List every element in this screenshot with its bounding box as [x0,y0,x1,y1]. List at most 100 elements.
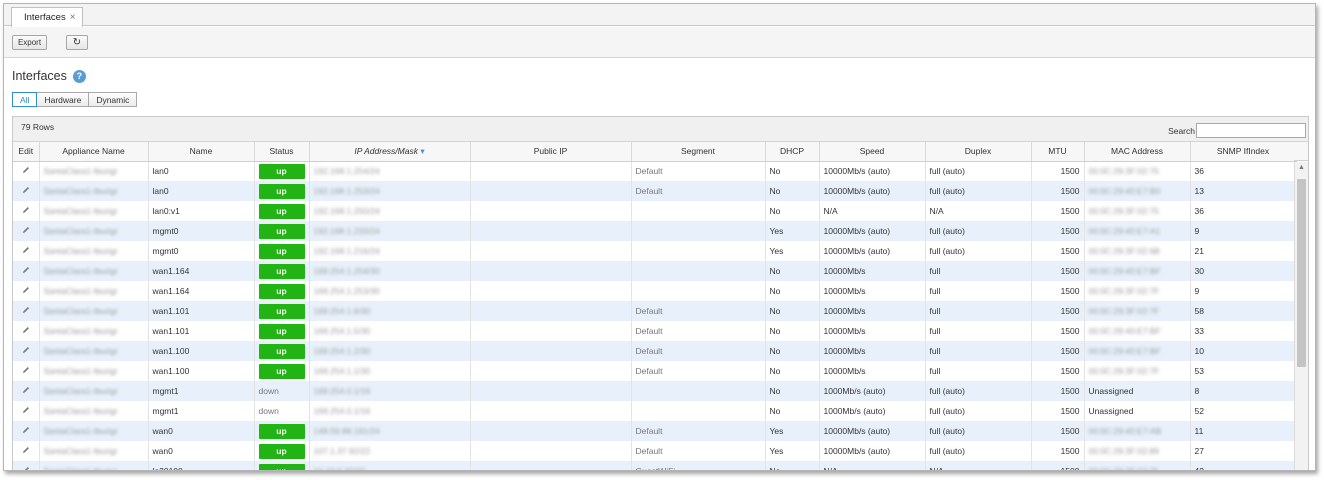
col-snmp-ifindex[interactable]: SNMP IfIndex [1190,142,1297,162]
edit-pencil-icon[interactable] [13,261,40,281]
table-row[interactable]: SantaClara1-Iburigr mgmt0 up 192.168.1.220/… [13,221,1297,241]
vertical-scrollbar[interactable]: ▲ [1294,162,1308,470]
edit-pencil-icon[interactable] [13,221,40,241]
status-badge: up [258,423,305,439]
table-row[interactable]: SantaClara1-Iburigr lan0:v1 up 192.168.1.25… [13,201,1297,221]
edit-pencil-icon[interactable] [13,201,40,221]
export-button[interactable]: Export [12,35,47,50]
edit-pencil-icon[interactable] [13,441,40,461]
cell-name: wan1.164 [148,281,255,301]
filter-all-button[interactable]: All [12,92,38,107]
col-mac-address[interactable]: MAC Address [1084,142,1191,162]
table-row[interactable]: SantaClara1-Iburigr lo20100 up 10.10.0.20/3… [13,461,1297,471]
cell-public-ip [470,161,632,181]
tab-interfaces[interactable]: Interfaces × [11,7,83,27]
tab-label: Interfaces [24,12,66,23]
edit-pencil-icon[interactable] [13,321,40,341]
cell-public-ip [470,241,632,261]
table-row[interactable]: SantaClara1-Iburigr wan1.164 up 169.254.1.2… [13,261,1297,281]
edit-pencil-icon[interactable] [13,241,40,261]
edit-pencil-icon[interactable] [13,161,40,181]
cell-dhcp: No [765,321,820,341]
redacted-value: 192.168.1.220/24 [313,226,380,236]
cell-appliance-name: SantaClara1-Iburigr [39,341,149,361]
cell-appliance-name: SantaClara1-Iburigr [39,281,149,301]
status-badge: up [258,443,305,459]
table-row[interactable]: SantaClara1-Iburigr lan0 up 192.168.1.254/2… [13,161,1297,181]
cell-ip-address: 192.168.1.254/24 [309,161,471,181]
col-status[interactable]: Status [254,142,310,162]
cell-ip-address: 169.254.0.1/16 [309,381,471,401]
table-row[interactable]: SantaClara1-Iburigr wan1.100 up 169.254.1.2… [13,341,1297,361]
col-dhcp[interactable]: DHCP [765,142,820,162]
table-row[interactable]: SantaClara1-Iburigr wan1.100 up 169.254.1.1… [13,361,1297,381]
redacted-value: 192.168.1.250/24 [313,206,380,216]
redacted-value: 00:0C:29:3F:02:6B [1088,246,1160,256]
col-segment[interactable]: Segment [631,142,766,162]
cell-dhcp: No [765,341,820,361]
cell-snmp-ifindex: 36 [1190,161,1297,181]
scrollbar-thumb[interactable] [1297,179,1306,367]
table-row[interactable]: SantaClara1-Iburigr mgmt1 down 169.254.0.1/… [13,401,1297,421]
table-row[interactable]: SantaClara1-Iburigr lan0 up 192.168.1.253/2… [13,181,1297,201]
cell-mtu: 1500 [1031,201,1085,221]
col-mtu[interactable]: MTU [1031,142,1085,162]
cell-speed: 10000Mb/s (auto) [819,161,926,181]
col-ip-address[interactable]: IP Address/Mask ▾ [309,142,471,162]
redacted-value: 00:0C:29:3F:02:75 [1088,206,1159,216]
edit-pencil-icon[interactable] [13,381,40,401]
cell-mtu: 1500 [1031,261,1085,281]
cell-segment [631,381,766,401]
table-row[interactable]: SantaClara1-Iburigr wan1.164 up 169.254.1.2… [13,281,1297,301]
table-row[interactable]: SantaClara1-Iburigr wan1.101 up 169.254.1.6… [13,301,1297,321]
filter-hardware-button[interactable]: Hardware [36,92,90,107]
col-public-ip[interactable]: Public IP [470,142,632,162]
edit-pencil-icon[interactable] [13,401,40,421]
scroll-up-icon[interactable]: ▲ [1298,164,1305,171]
edit-pencil-icon[interactable] [13,301,40,321]
cell-ip-address: 107.1.37.92/22 [309,441,471,461]
cell-duplex: full (auto) [925,441,1032,461]
cell-duplex: full [925,361,1032,381]
cell-speed: 10000Mb/s [819,301,926,321]
sort-desc-icon: ▾ [420,145,425,156]
cell-ip-address: 169.254.1.254/30 [309,261,471,281]
edit-pencil-icon[interactable] [13,361,40,381]
col-appliance-name[interactable]: Appliance Name [39,142,149,162]
help-icon[interactable]: ? [72,69,86,83]
edit-pencil-icon[interactable] [13,181,40,201]
col-name[interactable]: Name [148,142,255,162]
filter-dynamic-button[interactable]: Dynamic [88,92,138,107]
cell-status: down [254,381,310,401]
status-badge: up [258,163,305,179]
cell-mac-address: 00:0C:29:3F:02:7F [1084,301,1191,321]
refresh-icon[interactable]: ↻ [66,35,88,50]
table-row[interactable]: SantaClara1-Iburigr mgmt1 down 169.254.0.1/… [13,381,1297,401]
cell-snmp-ifindex: 9 [1190,221,1297,241]
table-row[interactable]: SantaClara1-Iburigr wan0 up 107.1.37.92/22 D… [13,441,1297,461]
cell-snmp-ifindex: 13 [1190,181,1297,201]
table-row[interactable]: SantaClara1-Iburigr wan0 up 148.59.88.191/2… [13,421,1297,441]
table-row[interactable]: SantaClara1-Iburigr wan1.101 up 169.254.1.5… [13,321,1297,341]
col-edit[interactable]: Edit [13,142,40,162]
cell-name: lo20100 [148,461,255,470]
cell-segment [631,201,766,221]
col-speed[interactable]: Speed [819,142,926,162]
cell-speed: 10000Mb/s [819,361,926,381]
table-row[interactable]: SantaClara1-Iburigr mgmt0 up 192.168.1.216/… [13,241,1297,261]
col-duplex[interactable]: Duplex [925,142,1032,162]
edit-pencil-icon[interactable] [13,461,40,470]
toolbar: Export ↻ [4,27,1315,58]
edit-pencil-icon[interactable] [13,421,40,441]
cell-mtu: 1500 [1031,161,1085,181]
redacted-value: SantaClara1-Iburigr [43,186,118,196]
cell-segment: GuestWiFi [631,461,766,470]
edit-pencil-icon[interactable] [13,341,40,361]
cell-ip-address: 192.168.1.253/24 [309,181,471,201]
close-icon[interactable]: × [70,12,76,23]
edit-pencil-icon[interactable] [13,281,40,301]
page-title-text: Interfaces [12,69,67,83]
col-ip-label: IP Address/Mask [354,145,418,156]
search-input[interactable] [1196,123,1306,138]
redacted-value: 00:0C:29:3F:02:75 [1088,466,1159,471]
